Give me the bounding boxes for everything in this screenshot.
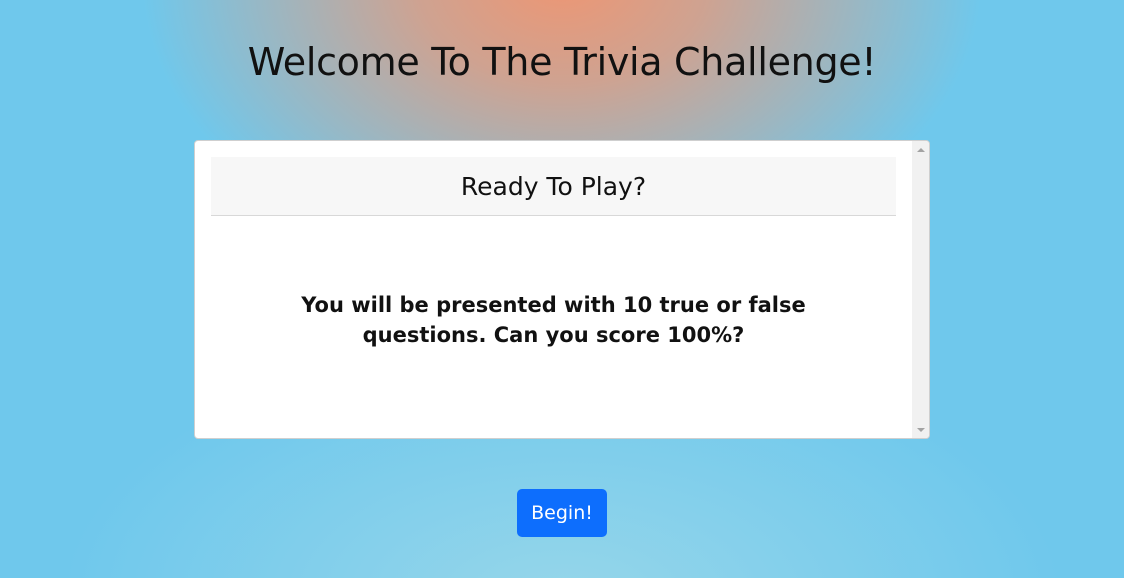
scroll-down-arrow-icon[interactable]	[912, 421, 929, 438]
card-body-text: You will be presented with 10 true or fa…	[301, 293, 806, 347]
intro-card: Ready To Play? You will be presented wit…	[194, 140, 930, 439]
card-scrollbar[interactable]	[912, 141, 929, 438]
card-header: Ready To Play?	[211, 157, 896, 216]
begin-button[interactable]: Begin!	[517, 489, 607, 537]
scroll-up-arrow-icon[interactable]	[912, 141, 929, 158]
page-title: Welcome To The Trivia Challenge!	[247, 40, 877, 84]
